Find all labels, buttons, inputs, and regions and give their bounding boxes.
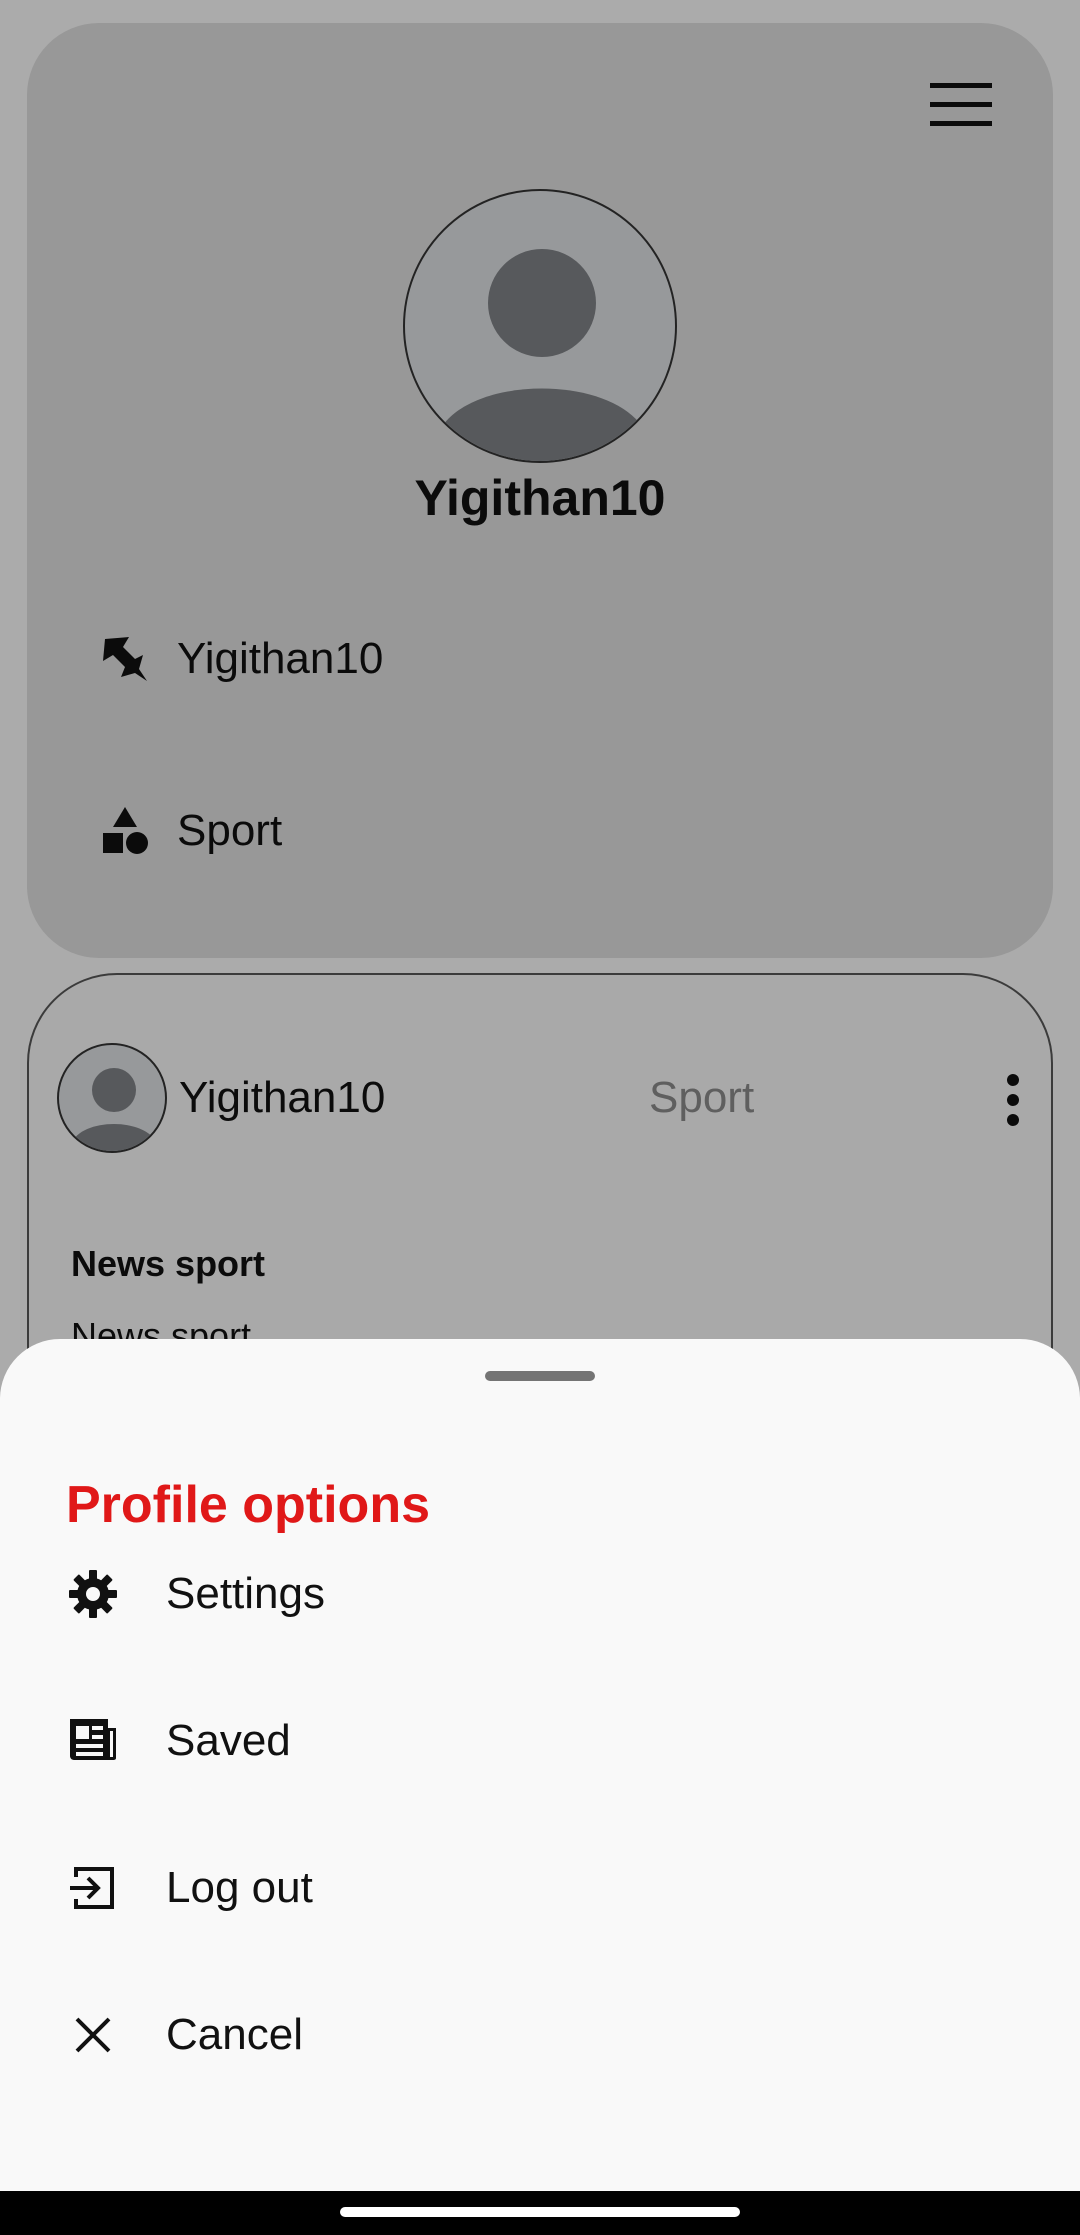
sheet-item-label: Log out	[166, 1863, 313, 1912]
newspaper-icon	[66, 1714, 120, 1768]
sheet-item-cancel[interactable]: Cancel	[0, 1970, 1080, 2100]
sheet-item-label: Settings	[166, 1569, 325, 1618]
sheet-item-label: Cancel	[166, 2010, 303, 2059]
drag-handle[interactable]	[485, 1371, 595, 1381]
system-nav-bar	[0, 2191, 1080, 2235]
gear-icon	[66, 1567, 120, 1621]
logout-icon	[66, 1861, 120, 1915]
sheet-item-settings[interactable]: Settings	[0, 1529, 1080, 1659]
sheet-item-saved[interactable]: Saved	[0, 1676, 1080, 1806]
close-icon	[66, 2008, 120, 2062]
home-indicator[interactable]	[340, 2207, 740, 2217]
sheet-title: Profile options	[66, 1476, 430, 1534]
profile-options-sheet: Profile options Settings Saved Log out C…	[0, 1339, 1080, 2191]
profile-screen: Yigithan10 Yigithan10 Sport Yigithan10 S…	[0, 0, 1080, 2235]
sheet-item-logout[interactable]: Log out	[0, 1823, 1080, 1953]
sheet-item-label: Saved	[166, 1716, 291, 1765]
